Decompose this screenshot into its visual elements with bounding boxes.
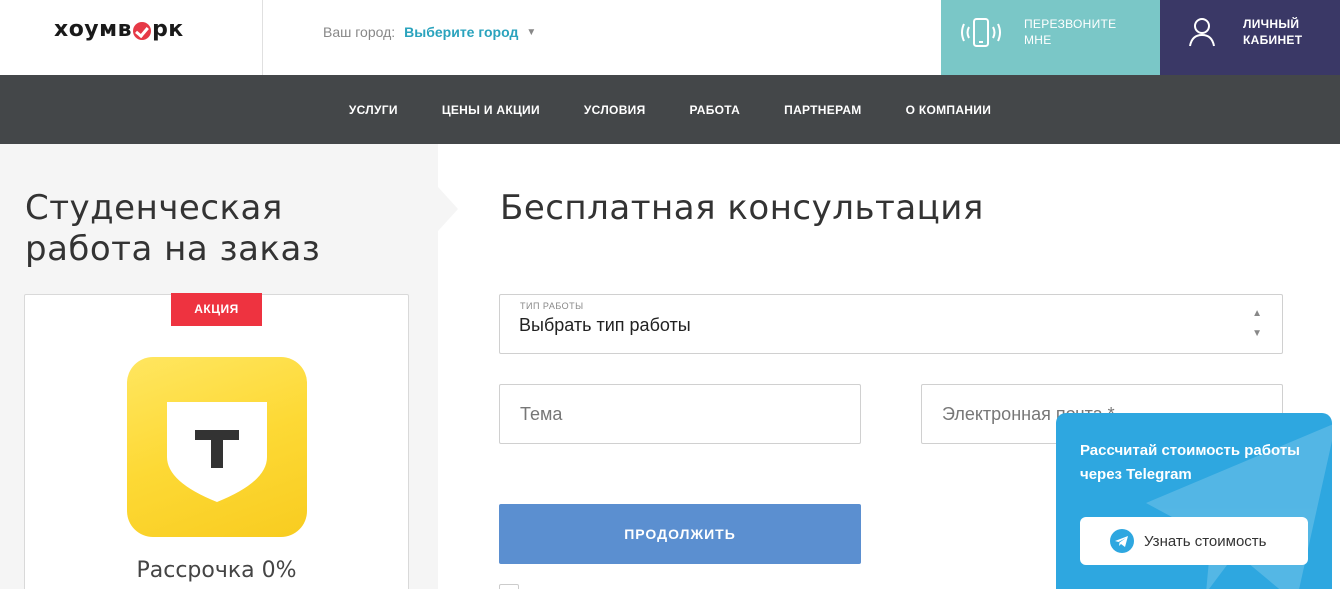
header: хоумв рк Ваш город: Выберите город ▼ ПЕРЕ… (0, 0, 1340, 75)
nav-item-about[interactable]: О КОМПАНИИ (906, 103, 992, 117)
header-divider (262, 0, 263, 75)
chevron-down-icon[interactable]: ▼ (526, 27, 536, 38)
logo[interactable]: хоумв рк (54, 17, 184, 42)
page-title-line2: работа на заказ (25, 229, 321, 269)
form-title: Бесплатная консультация (500, 188, 984, 228)
logo-text-left: хоумв (54, 17, 133, 42)
tinkoff-logo-icon (127, 357, 307, 537)
arrow-down-icon: ▼ (1252, 328, 1262, 339)
nav-item-work[interactable]: РАБОТА (690, 103, 741, 117)
callback-button[interactable]: ПЕРЕЗВОНИТЕ МНЕ (941, 0, 1160, 75)
city-link[interactable]: Выберите город (404, 24, 518, 40)
telegram-text: Рассчитай стоимость работы через Telegra… (1080, 442, 1300, 483)
callback-label-line1: ПЕРЕЗВОНИТЕ (1024, 17, 1117, 31)
panel-pointer (438, 187, 458, 231)
promo-text: Рассрочка 0% (136, 558, 297, 583)
cabinet-label-line2: КАБИНЕТ (1243, 33, 1303, 47)
personal-cabinet-button[interactable]: ЛИЧНЫЙ КАБИНЕТ (1160, 0, 1340, 75)
agreement-checkbox[interactable] (499, 584, 519, 589)
logo-text-right: рк (152, 17, 184, 42)
callback-label: ПЕРЕЗВОНИТЕ МНЕ (1024, 16, 1117, 48)
main-nav: УСЛУГИ ЦЕНЫ И АКЦИИ УСЛОВИЯ РАБОТА ПАРТН… (0, 75, 1340, 144)
user-icon (1189, 18, 1215, 47)
telegram-cost-button[interactable]: Узнать стоимость (1080, 517, 1308, 565)
city-label: Ваш город: (323, 24, 396, 40)
phone-vibrate-icon (961, 18, 1001, 47)
continue-button[interactable]: ПРОДОЛЖИТЬ (499, 504, 861, 564)
nav-item-prices[interactable]: ЦЕНЫ И АКЦИИ (442, 103, 540, 117)
work-type-label: ТИП РАБОТЫ (520, 301, 584, 311)
telegram-button-label: Узнать стоимость (1144, 532, 1267, 550)
logo-check-icon (133, 21, 152, 40)
city-selector[interactable]: Ваш город: Выберите город ▼ (323, 24, 536, 40)
work-type-value: Выбрать тип работы (519, 315, 691, 335)
callback-label-line2: МНЕ (1024, 33, 1052, 47)
telegram-icon (1110, 529, 1134, 553)
promo-badge: АКЦИЯ (171, 293, 262, 326)
page-title: Студенческая работа на заказ (25, 188, 320, 270)
topic-input[interactable]: Тема (499, 384, 861, 444)
cabinet-label-line1: ЛИЧНЫЙ (1243, 17, 1300, 31)
nav-item-services[interactable]: УСЛУГИ (349, 103, 398, 117)
nav-item-conditions[interactable]: УСЛОВИЯ (584, 103, 646, 117)
telegram-widget: Рассчитай стоимость работы через Telegra… (1056, 413, 1332, 589)
arrow-up-icon: ▲ (1252, 308, 1262, 319)
page-title-line1: Студенческая (25, 188, 283, 228)
work-type-select[interactable]: ТИП РАБОТЫ Выбрать тип работы ▲ ▼ (499, 294, 1283, 354)
cabinet-label: ЛИЧНЫЙ КАБИНЕТ (1243, 16, 1302, 48)
nav-item-partners[interactable]: ПАРТНЕРАМ (784, 103, 861, 117)
